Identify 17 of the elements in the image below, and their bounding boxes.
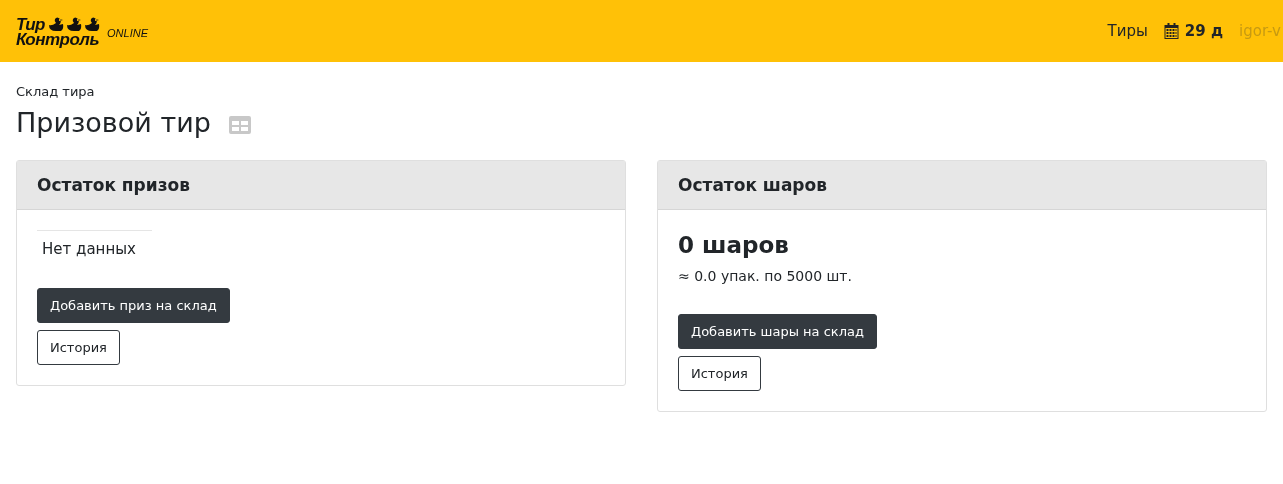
history-button[interactable]: История xyxy=(678,356,761,391)
page-title: Призовой тир xyxy=(16,107,211,138)
logo-tag: ONLINE xyxy=(107,27,148,39)
days-left: 29 д xyxy=(1184,22,1224,40)
empty-message: Нет данных xyxy=(42,240,136,258)
calendar-icon xyxy=(1163,23,1179,39)
logo[interactable]: Тир Контроль xyxy=(16,15,101,47)
stat-value: 0 шаров xyxy=(678,232,790,258)
stat-note: ≈ 0.0 упак. по 5000 шт. xyxy=(678,268,853,284)
card-title: Остаток призов xyxy=(37,175,190,195)
table-icon[interactable] xyxy=(228,115,251,134)
breadcrumb[interactable]: Склад тира xyxy=(16,84,1267,99)
add-button[interactable]: Добавить шары на склад xyxy=(678,314,877,349)
card-title: Остаток шаров xyxy=(678,175,827,195)
nav-link[interactable]: Тиры xyxy=(1107,22,1148,40)
history-button[interactable]: История xyxy=(37,330,120,365)
add-button[interactable]: Добавить приз на склад xyxy=(37,288,230,323)
